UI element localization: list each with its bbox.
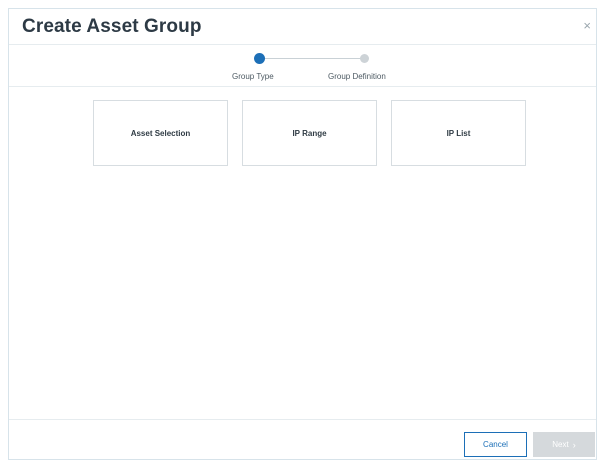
wizard-stepper: Group Type Group Definition xyxy=(9,45,596,87)
close-icon[interactable]: × xyxy=(583,18,591,34)
ip-range-label: IP Range xyxy=(292,128,327,138)
step-group-type-label: Group Type xyxy=(232,72,274,81)
cancel-button[interactable]: Cancel xyxy=(464,432,527,457)
next-button-label: Next xyxy=(552,440,569,449)
ip-list-label: IP List xyxy=(446,128,471,138)
next-button[interactable]: Next › xyxy=(533,432,595,457)
asset-selection-label: Asset Selection xyxy=(130,128,191,138)
step-connector xyxy=(261,58,367,59)
step-group-type-dot xyxy=(254,53,265,64)
dialog-title: Create Asset Group xyxy=(22,16,202,37)
chevron-right-icon: › xyxy=(572,439,576,450)
ip-range-option[interactable]: IP Range xyxy=(242,100,377,166)
step-group-definition-dot xyxy=(360,54,369,63)
step-group-definition-label: Group Definition xyxy=(328,72,386,81)
asset-selection-option[interactable]: Asset Selection xyxy=(93,100,228,166)
ip-list-option[interactable]: IP List xyxy=(391,100,526,166)
create-asset-group-dialog: Create Asset Group × Group Type Group De… xyxy=(8,8,597,460)
dialog-header: Create Asset Group × xyxy=(9,9,596,45)
dialog-footer: Cancel Next › xyxy=(9,419,596,459)
